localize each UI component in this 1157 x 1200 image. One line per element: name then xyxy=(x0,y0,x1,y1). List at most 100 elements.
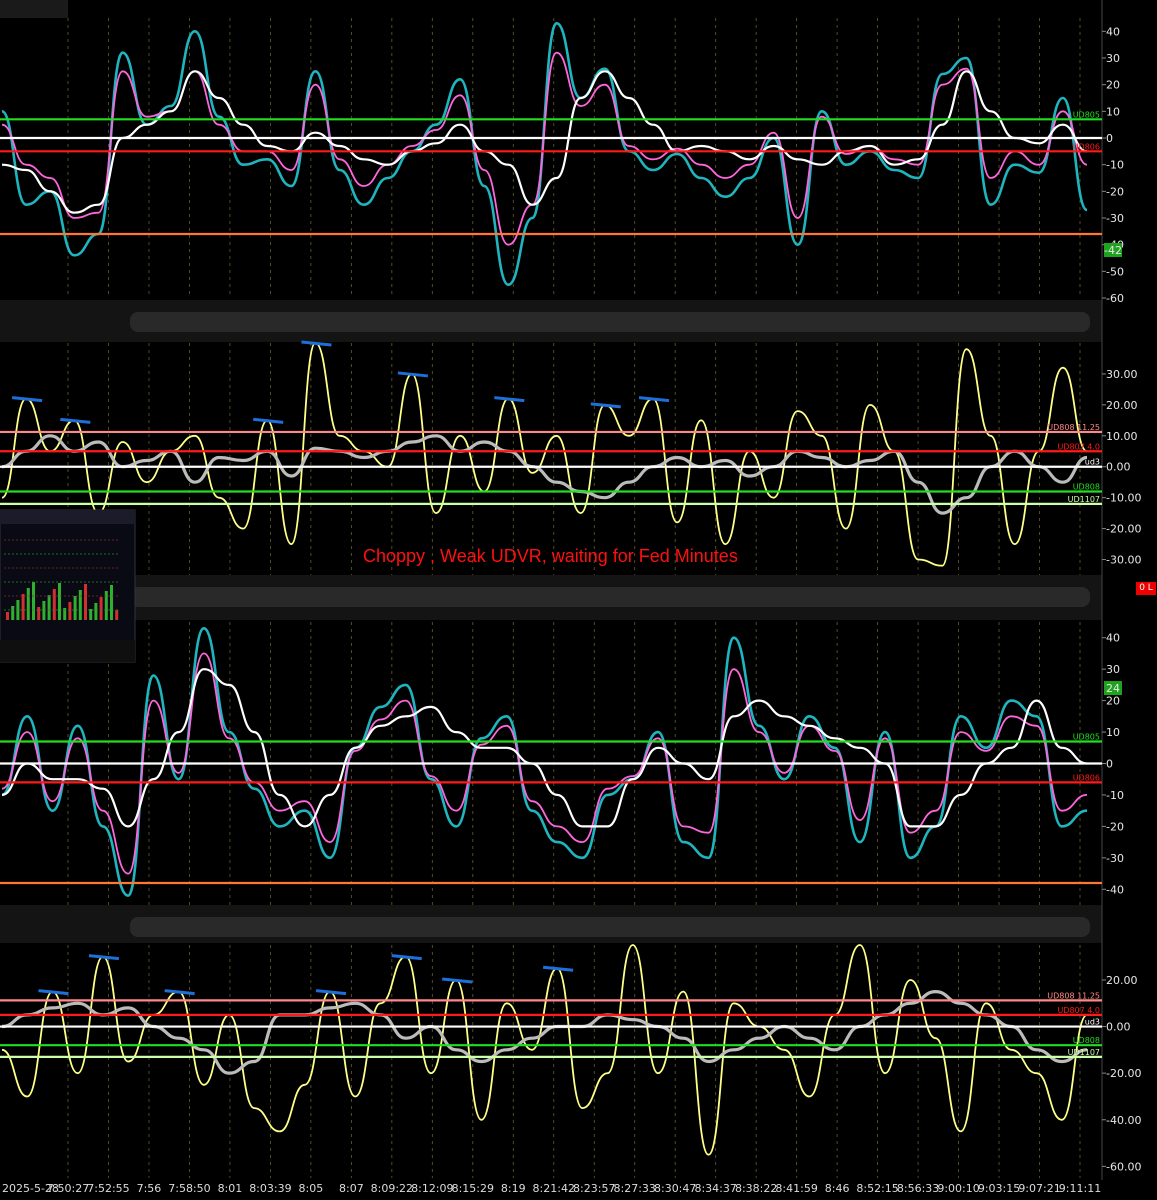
time-label: 8:46 xyxy=(825,1182,850,1195)
trend-segment xyxy=(494,396,525,403)
series-line-yellow xyxy=(1,342,1088,567)
y-tick-label: -10.00 xyxy=(1106,492,1141,505)
y-tick-label: -50 xyxy=(1106,265,1124,278)
series-line-magenta xyxy=(1,51,1088,246)
top-left-blur xyxy=(0,0,68,18)
y-tick-label: -10 xyxy=(1106,789,1124,802)
reference-line-label: UD805 xyxy=(1073,732,1100,741)
inset-bar xyxy=(26,588,30,620)
panel-header-blur-2 xyxy=(130,312,1090,332)
reference-line-label: UD808 11.25 xyxy=(1047,423,1100,432)
series-line-gray xyxy=(1,434,1088,515)
inset-volume xyxy=(0,640,135,662)
chart-panel-4: 20.00 0.00 -20.00 -40.00 -60.00 UD808 11.25 UD… xyxy=(0,944,1141,1173)
reference-line-label: UD1107 xyxy=(1068,495,1100,504)
y-tick-label: 20 xyxy=(1106,695,1120,708)
reference-line-label: ud3 xyxy=(1085,458,1100,467)
y-tick-label: -20 xyxy=(1106,185,1124,198)
chart-workspace: 40 30 20 10 0 -10 -20 -30 -40 -50 -60 UD805 UD806 -42… xyxy=(0,0,1157,1200)
time-label: 8:34:37 xyxy=(694,1182,736,1195)
inset-bar xyxy=(84,584,87,620)
y-tick-label: 0 xyxy=(1106,132,1113,145)
inset-bar xyxy=(47,595,51,620)
reference-line-label: UD806 xyxy=(1073,142,1100,151)
series-line-yellow xyxy=(1,944,1088,1156)
y-tick-label: 40 xyxy=(1106,632,1120,645)
trend-segment xyxy=(88,954,120,961)
reference-line-label: UD806 xyxy=(1073,773,1100,782)
trend-segment xyxy=(253,417,284,424)
inset-bar xyxy=(99,597,103,620)
trend-segment xyxy=(301,340,332,347)
y-tick-label: 20.00 xyxy=(1106,399,1138,412)
inset-bar xyxy=(32,582,35,620)
y-tick-label: 0.00 xyxy=(1106,461,1131,474)
y-tick-label: -30.00 xyxy=(1106,554,1141,567)
y-tick-label: -60.00 xyxy=(1106,1160,1141,1173)
y-tick-label: -20 xyxy=(1106,820,1124,833)
inset-bar xyxy=(89,609,93,620)
y-tick-label: -30 xyxy=(1106,852,1124,865)
y-tick-label: 20 xyxy=(1106,79,1120,92)
order-badge[interactable]: 0 L xyxy=(1136,582,1156,595)
time-label: 9:07:21 xyxy=(1018,1182,1060,1195)
time-label: 8:03:39 xyxy=(249,1182,291,1195)
last-value-badge-text: 24 xyxy=(1106,682,1120,695)
time-label: 8:07 xyxy=(339,1182,364,1195)
time-label: 7:52:55 xyxy=(87,1182,129,1195)
time-label: 8:38:22 xyxy=(735,1182,777,1195)
y-tick-label: 20.00 xyxy=(1106,974,1138,987)
inset-bar xyxy=(58,583,61,620)
inset-bar xyxy=(37,607,41,620)
chart-annotation: Choppy , Weak UDVR, waiting for Fed Minu… xyxy=(363,546,738,566)
y-tick-label: 10 xyxy=(1106,105,1120,118)
inset-bar xyxy=(42,601,46,620)
time-label: 8:27:33 xyxy=(614,1182,656,1195)
y-tick-label: 30 xyxy=(1106,663,1120,676)
reference-line-label: UD807 4.0 xyxy=(1057,442,1100,451)
time-label: 8:12:09 xyxy=(411,1182,453,1195)
time-label: 8:01 xyxy=(218,1182,243,1195)
y-tick-label: -10 xyxy=(1106,159,1124,172)
inset-bar xyxy=(6,612,9,620)
series-line-white xyxy=(1,668,1088,828)
time-label: 9:00:10 xyxy=(937,1182,979,1195)
trend-segment xyxy=(164,989,195,996)
trend-segment xyxy=(590,402,621,409)
reference-line-label: UD808 11.25 xyxy=(1047,991,1100,1000)
time-label: 8:30:47 xyxy=(654,1182,696,1195)
inset-bar xyxy=(52,589,56,620)
trend-segment xyxy=(11,396,43,403)
y-tick-label: -40 xyxy=(1106,883,1124,896)
trend-segment xyxy=(391,954,422,961)
trend-segment xyxy=(442,977,473,984)
chart-panel-1: 403020100-10-20-30-40-50-60UD805UD806-42 xyxy=(0,22,1124,305)
y-tick-label: 30.00 xyxy=(1106,368,1138,381)
y-tick-label: -30 xyxy=(1106,212,1124,225)
reference-line-label: UD807 4.0 xyxy=(1057,1006,1100,1015)
y-tick-label: -20.00 xyxy=(1106,1067,1141,1080)
reference-line-label: UD1107 xyxy=(1068,1048,1100,1057)
panel-header-blur-3 xyxy=(130,587,1090,607)
oscillator-charts: 40 30 20 10 0 -10 -20 -30 -40 -50 -60 UD805 UD806 -42… xyxy=(0,0,1157,1200)
last-value-badge-text: -42 xyxy=(1104,244,1122,257)
time-label: 9:11:11 xyxy=(1059,1182,1101,1195)
inset-bar xyxy=(21,594,25,620)
time-label: 8:21:42 xyxy=(533,1182,575,1195)
time-label: 9:03:15 xyxy=(978,1182,1020,1195)
inset-bar xyxy=(110,585,113,620)
time-label: 8:15:29 xyxy=(452,1182,494,1195)
y-tick-label: 10 xyxy=(1106,726,1120,739)
inset-thumbnail xyxy=(0,509,136,663)
series-line-white xyxy=(1,70,1088,214)
trend-segment xyxy=(397,371,429,378)
inset-bar xyxy=(73,596,77,620)
time-label: 8:09:22 xyxy=(371,1182,413,1195)
inset-bar xyxy=(104,591,108,620)
time-label: 8:52:15 xyxy=(856,1182,898,1195)
trend-segment xyxy=(60,417,91,424)
time-label: 8:56:33 xyxy=(897,1182,939,1195)
y-tick-label: -40.00 xyxy=(1106,1114,1141,1127)
inset-bar xyxy=(68,602,72,620)
reference-line-label: UD808 xyxy=(1073,482,1100,491)
